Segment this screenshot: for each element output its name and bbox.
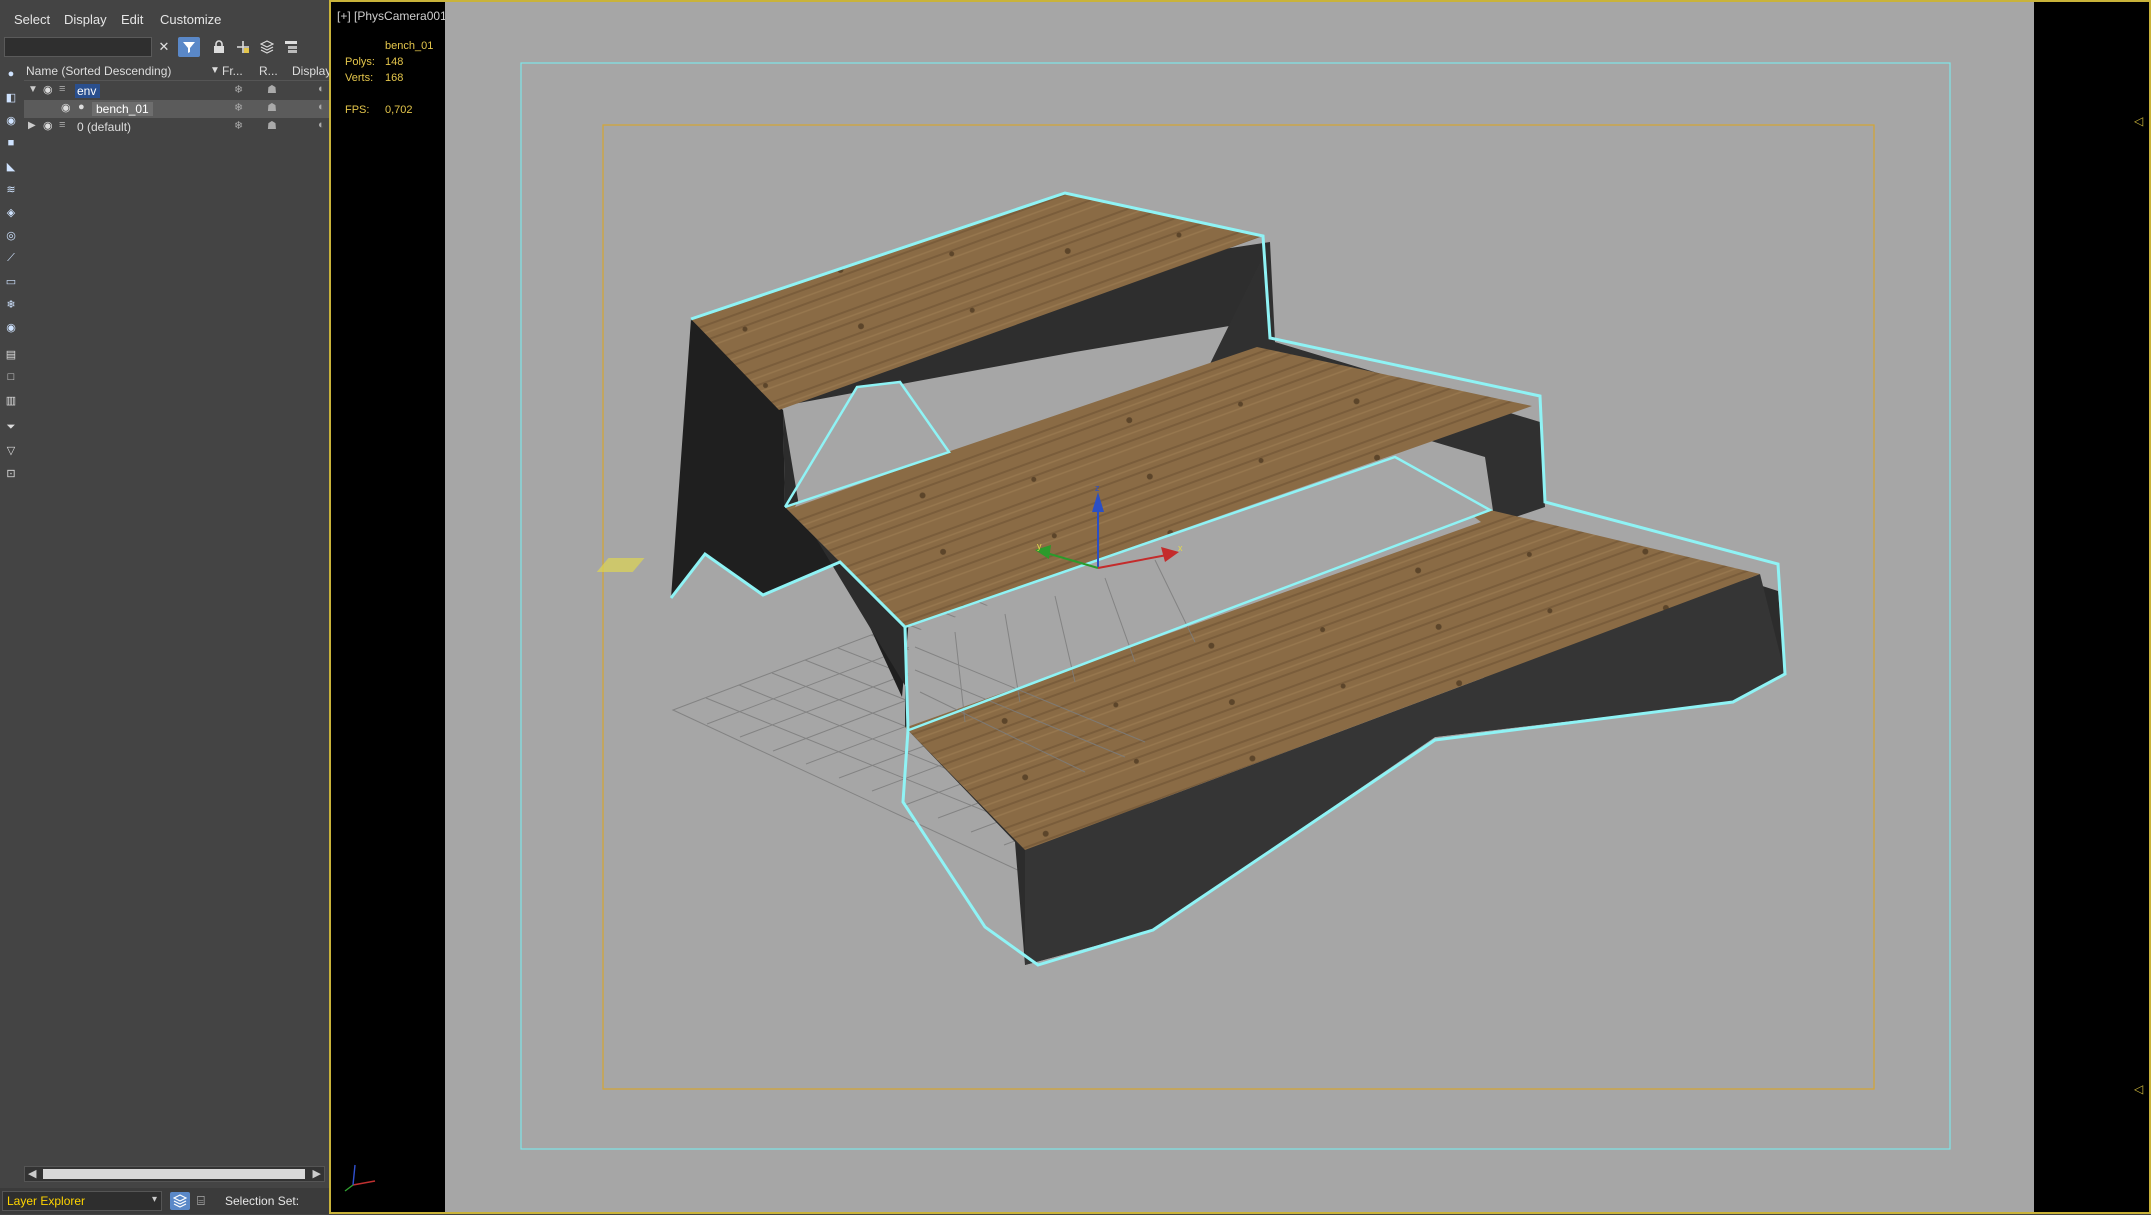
- freeze-icon[interactable]: ❄: [234, 83, 243, 96]
- expand-arrow-icon[interactable]: ▼: [28, 84, 38, 95]
- close-icon[interactable]: ✕: [153, 37, 175, 57]
- display-icon[interactable]: ◐: [318, 101, 325, 113]
- svg-text:y: y: [1037, 541, 1042, 551]
- frame-marker-bottom-icon: ◁: [2134, 1082, 2144, 1096]
- column-name-header[interactable]: Name (Sorted Descending): [26, 64, 171, 78]
- horizontal-scrollbar[interactable]: ◀ ▶: [24, 1166, 325, 1182]
- selection-set-label: Selection Set:: [225, 1194, 300, 1208]
- hidden-filter-icon[interactable]: ◉: [3, 319, 19, 335]
- menu-edit[interactable]: Edit: [121, 12, 143, 27]
- invert-selection-icon[interactable]: ▥: [3, 392, 19, 408]
- freeze-icon[interactable]: ❄: [234, 119, 243, 132]
- tree-row-env[interactable]: ▼ ◉ ≡ env ❄ ☗ ◐: [24, 82, 329, 100]
- viewport-right-strip: ◁ ◁: [2034, 2, 2149, 1212]
- fps-value: 0,702: [385, 104, 413, 116]
- hierarchy-icon[interactable]: [280, 37, 302, 57]
- sort-arrow-icon: ▼: [210, 65, 220, 76]
- layers-mode-icon[interactable]: [170, 1192, 190, 1210]
- xref-filter-icon[interactable]: ◎: [3, 227, 19, 243]
- row-label[interactable]: env: [75, 84, 101, 98]
- vertical-filter-toolbar: ● ◧ ◉ ■ ◣ ≋ ◈ ◎ ⟋ ▭ ❄ ◉ ▤ □ ▥ ⏷ ▽ ⊡: [0, 64, 22, 484]
- menu-customize[interactable]: Customize: [160, 12, 221, 27]
- hierarchy-mode-icon[interactable]: ⌸: [197, 1193, 205, 1209]
- polys-value: 148: [385, 56, 404, 68]
- verts-label: Verts:: [345, 72, 374, 84]
- object-sphere-icon: ●: [78, 101, 85, 113]
- render-teapot-icon[interactable]: ☗: [267, 119, 277, 132]
- tree-header: Name (Sorted Descending) ▼ Fr... R... Di…: [24, 62, 331, 81]
- fps-label: FPS:: [345, 104, 370, 116]
- search-input[interactable]: [4, 37, 152, 57]
- filter-small-icon[interactable]: ▽: [3, 442, 19, 458]
- column-frozen-header[interactable]: Fr...: [222, 64, 243, 78]
- scene-canvas[interactable]: z y x: [445, 2, 2034, 1212]
- eye-icon[interactable]: ◉: [43, 119, 53, 132]
- polys-label: Polys:: [345, 56, 375, 68]
- svg-text:x: x: [1178, 543, 1183, 553]
- container-filter-icon[interactable]: ▭: [3, 273, 19, 289]
- row-label[interactable]: 0 (default): [77, 120, 131, 134]
- explorer-mode-dropdown[interactable]: Layer Explorer ▾: [2, 1191, 162, 1211]
- chevron-down-icon: ▾: [151, 1194, 157, 1205]
- bone-filter-icon[interactable]: ⟋: [3, 250, 19, 266]
- layers-icon[interactable]: [256, 37, 278, 57]
- light-filter-icon[interactable]: ◉: [3, 112, 19, 128]
- explorer-toolbar: ✕: [0, 34, 329, 60]
- eye-icon[interactable]: ◉: [61, 101, 71, 114]
- scrollbar-thumb[interactable]: [43, 1169, 305, 1179]
- select-none-icon[interactable]: □: [3, 369, 19, 385]
- render-teapot-icon[interactable]: ☗: [267, 83, 277, 96]
- viewport[interactable]: [+] [PhysCamera001] [Standard] [Default …: [329, 0, 2151, 1214]
- frozen-filter-icon[interactable]: ❄: [3, 296, 19, 312]
- axis-tripod-icon: [344, 1164, 376, 1192]
- render-teapot-icon[interactable]: ☗: [267, 101, 277, 114]
- scene-tree: Name (Sorted Descending) ▼ Fr... R... Di…: [24, 62, 331, 1172]
- scene-explorer-panel: Select Display Edit Customize ✕ ● ◧ ◉ ■ …: [0, 0, 331, 1214]
- scroll-right-icon[interactable]: ▶: [313, 1167, 321, 1180]
- filter-icon[interactable]: [178, 37, 200, 57]
- selection-box-icon[interactable]: ⊡: [3, 465, 19, 481]
- filter-combo-icon[interactable]: ⏷: [3, 419, 19, 435]
- explorer-mode-value: Layer Explorer: [7, 1194, 86, 1208]
- tree-row-bench-01[interactable]: ◉ ● bench_01 ❄ ☗ ◐: [24, 100, 329, 118]
- helper-filter-icon[interactable]: ◣: [3, 158, 19, 174]
- collapse-arrow-icon[interactable]: ▶: [28, 120, 36, 131]
- explorer-status-bar: Layer Explorer ▾ ⌸ Selection Set:: [0, 1188, 329, 1214]
- spacewarp-filter-icon[interactable]: ≋: [3, 181, 19, 197]
- scroll-left-icon[interactable]: ◀: [28, 1167, 36, 1180]
- freeze-icon[interactable]: ❄: [234, 101, 243, 114]
- group-filter-icon[interactable]: ◈: [3, 204, 19, 220]
- display-icon[interactable]: ◐: [318, 83, 325, 95]
- menu-select[interactable]: Select: [14, 12, 50, 27]
- shape-filter-icon[interactable]: ◧: [3, 89, 19, 105]
- layer-stack-icon: ≡: [59, 119, 66, 131]
- display-icon[interactable]: ◐: [318, 119, 325, 131]
- camera-filter-icon[interactable]: ■: [3, 135, 19, 151]
- layer-stack-icon: ≡: [59, 83, 66, 95]
- add-layer-icon[interactable]: [232, 37, 254, 57]
- tree-row-default-layer[interactable]: ▶ ◉ ≡ 0 (default) ❄ ☗ ◐: [24, 118, 329, 136]
- render-frame[interactable]: z y x: [445, 2, 2034, 1212]
- column-display-header[interactable]: Display: [292, 64, 331, 78]
- lock-icon[interactable]: [208, 37, 230, 57]
- stats-object-name: bench_01: [385, 40, 434, 52]
- frame-marker-top-icon: ◁: [2134, 114, 2144, 128]
- svg-text:z: z: [1095, 483, 1100, 493]
- select-all-icon[interactable]: ▤: [3, 346, 19, 362]
- verts-value: 168: [385, 72, 404, 84]
- column-render-header[interactable]: R...: [259, 64, 278, 78]
- bench-01-mesh[interactable]: [669, 191, 1787, 967]
- menu-bar: Select Display Edit Customize: [0, 8, 329, 32]
- geometry-filter-icon[interactable]: ●: [3, 66, 19, 82]
- eye-icon[interactable]: ◉: [43, 83, 53, 96]
- row-label[interactable]: bench_01: [92, 102, 153, 116]
- menu-display[interactable]: Display: [64, 12, 107, 27]
